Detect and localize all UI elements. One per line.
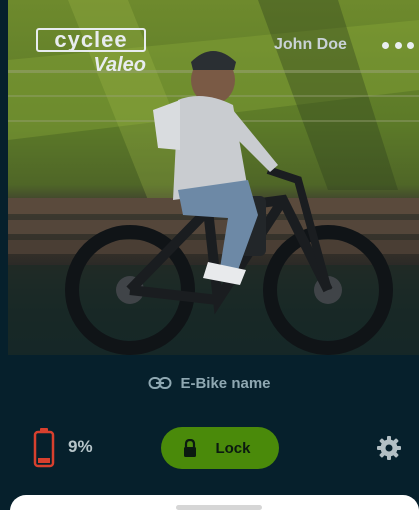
lock-button[interactable]: Lock bbox=[161, 427, 279, 469]
gear-icon[interactable] bbox=[376, 435, 402, 461]
battery-percentage: 9% bbox=[68, 437, 93, 456]
bike-name: E-Bike name bbox=[180, 374, 271, 392]
logo-cyclee-text: cyclee bbox=[36, 28, 146, 52]
dot bbox=[382, 41, 389, 49]
lock-icon bbox=[184, 439, 197, 457]
hero-photo: cyclee Valeo John Doe bbox=[8, 0, 419, 355]
app-screen: cyclee Valeo John Doe E-Bike name 9% Loc… bbox=[0, 0, 419, 510]
dot bbox=[394, 41, 402, 49]
more-dots-icon[interactable] bbox=[382, 34, 414, 56]
battery-icon bbox=[33, 428, 55, 468]
bike-name-row[interactable]: E-Bike name bbox=[0, 372, 419, 394]
lock-button-label: Lock bbox=[215, 439, 251, 457]
brand-logo: cyclee Valeo bbox=[28, 28, 148, 80]
user-name[interactable]: John Doe bbox=[274, 36, 347, 54]
logo-valeo-text: Valeo bbox=[93, 54, 146, 76]
sheet-drag-handle[interactable] bbox=[176, 505, 262, 510]
link-icon bbox=[148, 377, 172, 389]
bottom-sheet[interactable] bbox=[10, 495, 419, 510]
dot bbox=[407, 41, 414, 49]
